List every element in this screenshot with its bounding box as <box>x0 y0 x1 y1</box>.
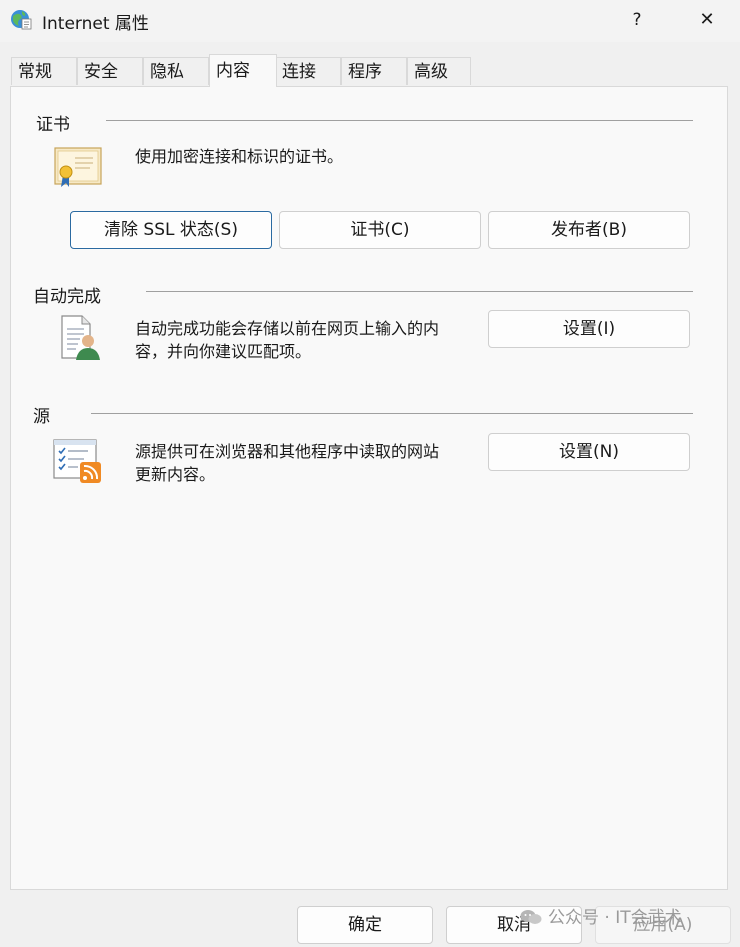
autocomplete-description-line1: 自动完成功能会存储以前在网页上输入的内 <box>135 319 440 338</box>
feeds-rss-icon <box>53 439 101 483</box>
autocomplete-settings-button[interactable]: 设置(I) <box>488 310 690 348</box>
tab-programs[interactable]: 程序 <box>341 57 407 85</box>
autocomplete-description-line2: 容，并向你建议匹配项。 <box>135 342 312 361</box>
watermark-text: 公众号 · IT会武术 <box>548 908 682 928</box>
autocomplete-divider <box>146 291 693 292</box>
tab-privacy[interactable]: 隐私 <box>143 57 209 85</box>
certificate-icon <box>54 147 102 187</box>
help-button[interactable]: ? <box>615 0 659 40</box>
certificates-divider <box>106 120 693 121</box>
tab-general[interactable]: 常规 <box>11 57 77 85</box>
feeds-description-line1: 源提供可在浏览器和其他程序中读取的网站 <box>135 442 440 461</box>
title-bar: Internet 属性 ? ✕ <box>0 0 740 42</box>
content-panel <box>10 86 728 890</box>
tab-security[interactable]: 安全 <box>77 57 143 85</box>
autocomplete-document-user-icon <box>61 315 100 360</box>
publishers-button[interactable]: 发布者(B) <box>488 211 690 249</box>
tab-connections[interactable]: 连接 <box>275 57 341 85</box>
certificates-description: 使用加密连接和标识的证书。 <box>135 147 344 166</box>
tab-advanced[interactable]: 高级 <box>407 57 471 85</box>
tab-content[interactable]: 内容 <box>209 54 277 87</box>
ok-button[interactable]: 确定 <box>297 906 433 944</box>
watermark: 公众号 · IT会武术 <box>520 903 682 928</box>
feeds-group-label: 源 <box>33 407 50 427</box>
autocomplete-group-label: 自动完成 <box>33 287 101 307</box>
window-title: Internet 属性 <box>42 14 149 34</box>
certificates-button[interactable]: 证书(C) <box>279 211 481 249</box>
clear-ssl-state-button[interactable]: 清除 SSL 状态(S) <box>70 211 272 249</box>
close-button[interactable]: ✕ <box>684 0 730 40</box>
internet-globe-icon <box>11 10 32 30</box>
feeds-settings-button[interactable]: 设置(N) <box>488 433 690 471</box>
feeds-description-line2: 更新内容。 <box>135 465 216 484</box>
feeds-divider <box>91 413 693 414</box>
certificates-group-label: 证书 <box>36 115 70 135</box>
wechat-icon <box>520 910 542 924</box>
